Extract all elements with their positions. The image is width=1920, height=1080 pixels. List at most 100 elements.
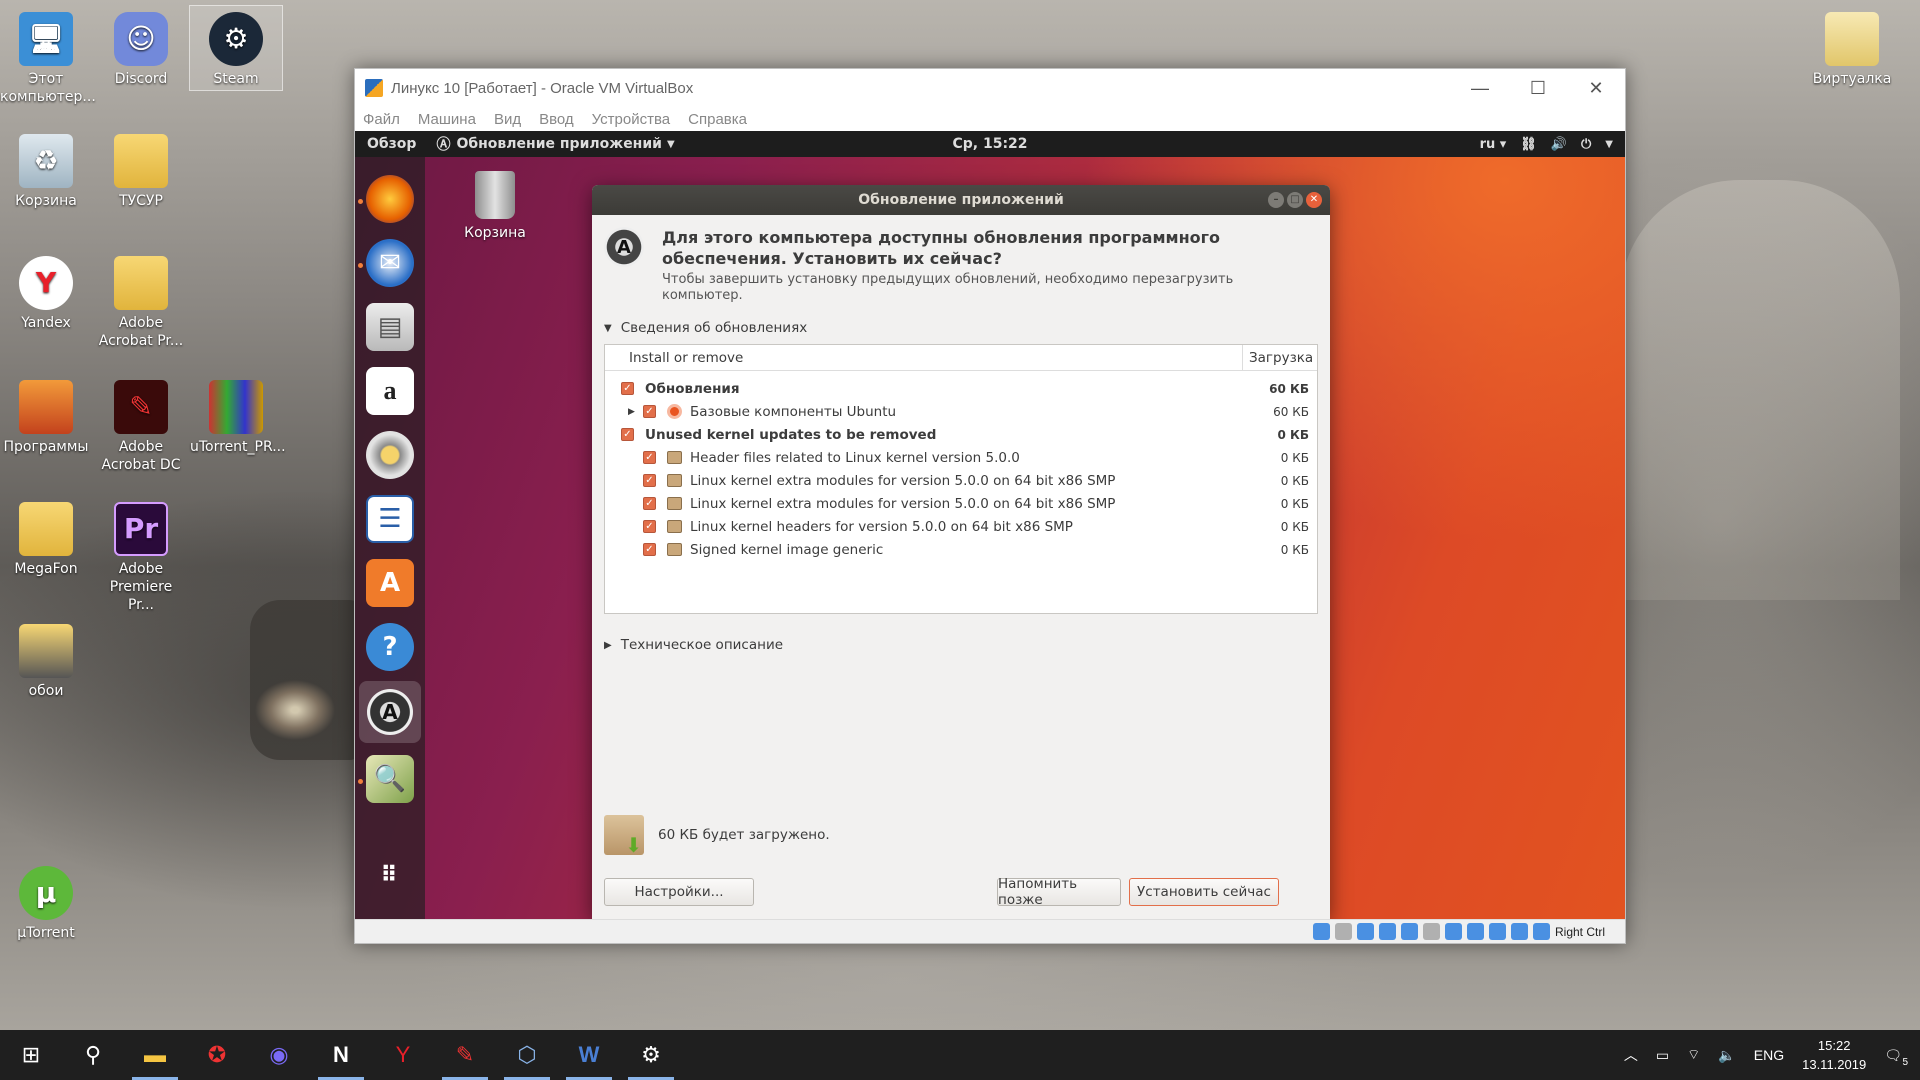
updates-tree[interactable]: Install or remove Загрузка ✓ Обновления … <box>604 344 1318 614</box>
checkbox-checked[interactable]: ✓ <box>621 428 634 441</box>
checkbox-checked[interactable]: ✓ <box>643 497 656 510</box>
desktop-icon-programs[interactable]: Программы <box>0 380 92 456</box>
checkbox-checked[interactable]: ✓ <box>621 382 634 395</box>
checkbox-checked[interactable]: ✓ <box>643 520 656 533</box>
usb-icon[interactable] <box>1400 923 1418 940</box>
software-center-icon[interactable]: A <box>366 559 414 607</box>
acrobat-taskbar-icon[interactable]: ✎ <box>434 1030 496 1080</box>
desktop-icon-megafon[interactable]: MegaFon <box>0 502 92 578</box>
display-icon[interactable] <box>1444 923 1462 940</box>
minimize-icon[interactable]: – <box>1268 192 1284 208</box>
tree-row-updates[interactable]: ✓ Обновления 60 КБ <box>605 377 1317 400</box>
ubuntu-guest-screen[interactable]: Обзор Ⓐ Обновление приложений ▼ Ср, 15:2… <box>355 131 1625 919</box>
volume-icon[interactable]: 🔈 <box>1718 1047 1735 1064</box>
ubuntu-desktop-trash[interactable]: Корзина <box>455 171 535 241</box>
mouse-integration-icon[interactable] <box>1510 923 1528 940</box>
cpu-icon[interactable] <box>1488 923 1506 940</box>
desktop-icon-premiere[interactable]: Pr Adobe Premiere Pr... <box>95 502 187 614</box>
minimize-icon[interactable]: — <box>1451 69 1509 107</box>
checkbox-checked[interactable]: ✓ <box>643 474 656 487</box>
app-menu[interactable]: Ⓐ Обновление приложений ▼ <box>436 134 674 154</box>
desktop-icon-acrobat-dc[interactable]: ✎ Adobe Acrobat DC <box>95 380 187 474</box>
image-viewer-icon[interactable]: 🔍 <box>366 755 414 803</box>
dialog-titlebar[interactable]: Обновление приложений – □ ✕ <box>592 185 1330 215</box>
details-expander[interactable]: ▼ Сведения об обновлениях <box>604 320 807 336</box>
menu-help[interactable]: Справка <box>688 111 747 128</box>
notifications-icon[interactable]: 🗨 5 <box>1884 1047 1908 1068</box>
writer-icon[interactable]: ☰ <box>366 495 414 543</box>
yandex-browser-icon[interactable]: Y <box>372 1030 434 1080</box>
show-applications-icon[interactable]: ⠿ <box>366 851 414 899</box>
volume-icon[interactable]: 🔊 <box>1551 137 1567 152</box>
menu-view[interactable]: Вид <box>494 111 521 128</box>
audio-icon[interactable] <box>1356 923 1374 940</box>
tree-row-kernel-item[interactable]: ✓ Signed kernel image generic 0 КБ <box>605 538 1317 561</box>
tree-row-ubuntu-base[interactable]: ▶ ✓ Базовые компоненты Ubuntu 60 КБ <box>605 400 1317 423</box>
tree-row-kernel-item[interactable]: ✓ Header files related to Linux kernel v… <box>605 446 1317 469</box>
amazon-icon[interactable]: a <box>366 367 414 415</box>
desktop-icon-acrobat-pro[interactable]: Adobe Acrobat Pr... <box>95 256 187 350</box>
language-indicator[interactable]: ru ▾ <box>1480 137 1507 152</box>
hard-disk-icon[interactable] <box>1312 923 1330 940</box>
activities-button[interactable]: Обзор <box>367 136 416 152</box>
optical-drive-icon[interactable] <box>1334 923 1352 940</box>
notion-icon[interactable]: N <box>310 1030 372 1080</box>
desktop-icon-utorrent[interactable]: µ µTorrent <box>0 866 92 942</box>
files-icon[interactable]: ▤ <box>366 303 414 351</box>
show-hidden-icons-icon[interactable]: ︿ <box>1624 1045 1638 1065</box>
desktop-icon-tusur[interactable]: ТУСУР <box>95 134 187 210</box>
windows-start-icon[interactable]: ⊞ <box>0 1030 62 1080</box>
word-icon[interactable]: W <box>558 1030 620 1080</box>
tree-row-kernel-removal[interactable]: ✓ Unused kernel updates to be removed 0 … <box>605 423 1317 446</box>
virtualbox-titlebar[interactable]: Линукс 10 [Работает] - Oracle VM Virtual… <box>355 69 1625 107</box>
menu-input[interactable]: Ввод <box>539 111 574 128</box>
checkbox-checked[interactable]: ✓ <box>643 543 656 556</box>
firefox-icon[interactable] <box>366 175 414 223</box>
desktop-icon-utorrent-pr[interactable]: uTorrent_PR... <box>190 380 286 456</box>
desktop-icon-wallpapers[interactable]: обои <box>0 624 92 700</box>
checkbox-checked[interactable]: ✓ <box>643 451 656 464</box>
menu-machine[interactable]: Машина <box>418 111 476 128</box>
checkbox-checked[interactable]: ✓ <box>643 405 656 418</box>
close-icon[interactable]: ✕ <box>1567 69 1625 107</box>
desktop-icon-yandex[interactable]: Y Yandex <box>0 256 92 332</box>
battery-icon[interactable]: ▭ <box>1656 1047 1669 1064</box>
system-menu-chevron-icon[interactable]: ▼ <box>1605 139 1613 150</box>
keyboard-capture-icon[interactable] <box>1532 923 1550 940</box>
tree-row-kernel-item[interactable]: ✓ Linux kernel extra modules for version… <box>605 492 1317 515</box>
input-language[interactable]: ENG <box>1754 1047 1784 1063</box>
steam-taskbar-icon[interactable]: ⚙ <box>620 1030 682 1080</box>
column-header-name[interactable]: Install or remove <box>605 345 1243 370</box>
taskbar-clock[interactable]: 15:22 13.11.2019 <box>1802 1036 1866 1074</box>
maximize-icon[interactable]: □ <box>1287 192 1303 208</box>
file-explorer-icon[interactable]: ▬ <box>124 1030 186 1080</box>
desktop-icon-discord[interactable]: ☺ Discord <box>95 12 187 88</box>
antivirus-icon[interactable]: ✪ <box>186 1030 248 1080</box>
menu-devices[interactable]: Устройства <box>592 111 670 128</box>
menu-file[interactable]: Файл <box>363 111 400 128</box>
settings-button[interactable]: Настройки... <box>604 878 754 906</box>
desktop-icon-this-pc[interactable]: 🖥 Этот компьютер... <box>0 12 96 106</box>
expand-arrow-icon[interactable]: ▶ <box>628 407 635 417</box>
desktop-icon-steam[interactable]: ⚙ Steam <box>189 5 283 91</box>
remind-later-button[interactable]: Напомнить позже <box>997 876 1121 908</box>
maximize-icon[interactable]: ☐ <box>1509 69 1567 107</box>
install-now-button[interactable]: Установить сейчас <box>1129 878 1279 906</box>
tree-row-kernel-item[interactable]: ✓ Linux kernel extra modules for version… <box>605 469 1317 492</box>
desktop-icon-recycle-bin[interactable]: ♻ Корзина <box>0 134 92 210</box>
column-header-size[interactable]: Загрузка <box>1243 345 1317 370</box>
close-icon[interactable]: ✕ <box>1306 192 1322 208</box>
network-adapter-icon[interactable] <box>1378 923 1396 940</box>
power-icon[interactable]: ⏻ <box>1581 137 1591 152</box>
browser-icon[interactable]: ◉ <box>248 1030 310 1080</box>
software-updater-dock-item[interactable]: A <box>359 681 421 743</box>
virtualbox-taskbar-icon[interactable]: ⬡ <box>496 1030 558 1080</box>
help-icon[interactable]: ? <box>366 623 414 671</box>
network-icon[interactable]: ⛓ <box>1520 137 1537 152</box>
wifi-icon[interactable]: ⌔ <box>1687 1046 1700 1064</box>
desktop-icon-virtualka[interactable]: Виртуалка <box>1806 12 1898 88</box>
shared-folders-icon[interactable] <box>1422 923 1440 940</box>
tech-description-expander[interactable]: ▶ Техническое описание <box>604 637 783 653</box>
thunderbird-icon[interactable]: ✉ <box>366 239 414 287</box>
search-icon[interactable]: ⚲ <box>62 1030 124 1080</box>
